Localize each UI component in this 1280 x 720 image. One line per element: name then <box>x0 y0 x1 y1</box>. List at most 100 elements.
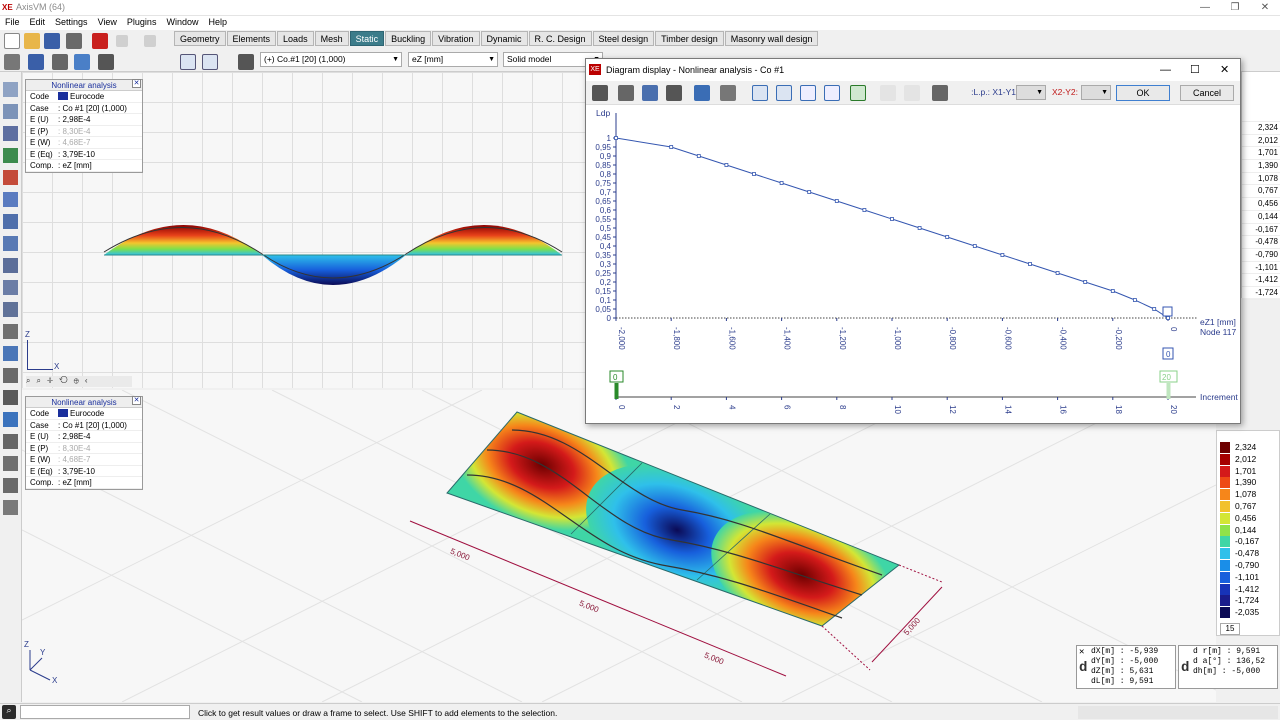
bottom-viewport[interactable]: 5,000 5,000 5,000 5,000 Z Y X <box>22 390 1216 702</box>
beam-icon[interactable] <box>3 412 18 427</box>
tab-buckling[interactable]: Buckling <box>385 31 432 46</box>
minimize-icon[interactable]: — <box>1190 0 1220 16</box>
zoom-icon[interactable] <box>3 104 18 119</box>
load-case-select[interactable]: (+) Co.#1 [20] (1,000) ▼ <box>260 52 402 67</box>
menu-edit[interactable]: Edit <box>25 16 51 28</box>
print-icon[interactable] <box>618 85 634 101</box>
tab-elements[interactable]: Elements <box>226 31 277 46</box>
menu-settings[interactable]: Settings <box>50 16 93 28</box>
cancel-button[interactable]: Cancel <box>1180 85 1234 101</box>
tab-static[interactable]: Static <box>349 31 385 46</box>
menu-window[interactable]: Window <box>161 16 203 28</box>
section-icon[interactable] <box>3 346 18 361</box>
text-cursor-icon[interactable] <box>932 85 948 101</box>
tab-masonry-design[interactable]: Masonry wall design <box>724 31 819 46</box>
legend-swatch <box>1220 571 1230 583</box>
view-nav-bar[interactable]: ⌕⌕✛⟲⊕‹ <box>26 376 132 387</box>
legend-value: 2,324 <box>1242 122 1280 135</box>
status-bar: ⌕ Click to get result values or draw a f… <box>0 703 1280 720</box>
axis-icon[interactable] <box>3 126 18 141</box>
export-icon[interactable] <box>642 85 658 101</box>
undo-icon[interactable] <box>116 35 128 47</box>
tab-steel-design[interactable]: Steel design <box>592 31 655 46</box>
rotate-icon[interactable] <box>3 214 18 229</box>
measure-icon[interactable] <box>3 258 18 273</box>
grid-icon[interactable] <box>74 54 90 70</box>
fit-icon[interactable] <box>752 85 768 101</box>
maximize-icon[interactable]: ☐ <box>1190 59 1200 81</box>
view-icon[interactable] <box>4 54 20 70</box>
pdf-icon[interactable] <box>92 33 108 49</box>
legend-row: 1,078 <box>1217 488 1279 501</box>
list-icon[interactable] <box>238 54 254 70</box>
color-icon[interactable] <box>3 148 18 163</box>
select-arrow-icon[interactable] <box>3 82 18 97</box>
axis-z-line <box>27 340 28 370</box>
layers-color-icon[interactable] <box>3 170 18 185</box>
copy-icon[interactable] <box>3 236 18 251</box>
legend-swatch <box>1220 512 1230 524</box>
tab-rc-design[interactable]: R. C. Design <box>528 31 592 46</box>
diagram-icon[interactable] <box>180 54 196 70</box>
command-input[interactable] <box>20 705 190 719</box>
table-icon[interactable] <box>52 54 68 70</box>
tab-vibration[interactable]: Vibration <box>432 31 480 46</box>
axes-icon[interactable] <box>694 85 710 101</box>
menu-view[interactable]: View <box>93 16 122 28</box>
legend-count-field[interactable]: 15 <box>1220 623 1240 635</box>
ok-button[interactable]: OK <box>1116 85 1170 101</box>
increment-tick-label: 18 <box>1114 405 1123 414</box>
tab-geometry[interactable]: Geometry <box>174 31 226 46</box>
menu-file[interactable]: File <box>0 16 25 28</box>
hinge-icon[interactable] <box>3 390 18 405</box>
support-icon[interactable] <box>3 368 18 383</box>
tools-icon[interactable] <box>3 478 18 493</box>
node-icon[interactable] <box>3 302 18 317</box>
x-tick-label: -1,600 <box>727 327 736 350</box>
cut-icon[interactable] <box>3 280 18 295</box>
open-folder-icon[interactable] <box>24 33 40 49</box>
plane-icon[interactable] <box>3 324 18 339</box>
horizontal-measure-icon[interactable] <box>800 85 816 101</box>
move-icon[interactable] <box>3 192 18 207</box>
new-file-icon[interactable] <box>4 33 20 49</box>
print-icon[interactable] <box>66 33 82 49</box>
tab-timber-design[interactable]: Timber design <box>655 31 724 46</box>
vertical-measure-icon[interactable] <box>824 85 840 101</box>
display-mode-icon[interactable] <box>98 54 114 70</box>
close-icon[interactable]: ✕ <box>1220 59 1229 81</box>
search-icon[interactable]: ⌕ <box>2 705 16 719</box>
coordinates-panel-right: d d r[m] : 9,591 d a[°] : 136,52 dh[m] : -… <box>1178 645 1278 689</box>
menu-plugins[interactable]: Plugins <box>122 16 162 28</box>
tab-loads[interactable]: Loads <box>277 31 314 46</box>
snap-toolbar[interactable] <box>1078 706 1278 719</box>
redo-icon[interactable] <box>144 35 156 47</box>
glasses-icon[interactable] <box>3 456 18 471</box>
layer-icon[interactable] <box>28 54 44 70</box>
info-diamond-icon[interactable] <box>3 500 18 515</box>
diagram2-icon[interactable] <box>202 54 218 70</box>
x1y1-select[interactable]: ▼ <box>1016 85 1046 100</box>
legend-row: 2,324 <box>1217 441 1279 453</box>
x2y2-select[interactable]: ▼ <box>1081 85 1111 100</box>
close-icon[interactable]: ✕ <box>1079 647 1084 657</box>
minimize-icon[interactable]: — <box>1160 59 1171 81</box>
restore-icon[interactable]: ❐ <box>1220 0 1250 16</box>
copy-icon[interactable] <box>592 85 608 101</box>
increment-tick-label: 14 <box>1003 405 1012 414</box>
tab-mesh[interactable]: Mesh <box>314 31 349 46</box>
range-icon[interactable] <box>850 85 866 101</box>
close-icon[interactable]: ✕ <box>132 396 141 405</box>
component-select[interactable]: eZ [mm] ▼ <box>408 52 498 67</box>
library-icon[interactable] <box>666 85 682 101</box>
brush-icon[interactable] <box>3 434 18 449</box>
close-icon[interactable]: ✕ <box>132 79 141 88</box>
close-icon[interactable]: ✕ <box>1250 0 1280 16</box>
ldp-displacement-chart[interactable]: Ldp10,950,90,850,80,750,70,650,60,550,50… <box>586 105 1240 423</box>
fit-vertical-icon[interactable] <box>776 85 792 101</box>
save-icon[interactable] <box>44 33 60 49</box>
menu-help[interactable]: Help <box>203 16 232 28</box>
tab-dynamic[interactable]: Dynamic <box>480 31 528 46</box>
legend-value: 2,324 <box>1235 442 1257 452</box>
grid-icon[interactable] <box>720 85 736 101</box>
